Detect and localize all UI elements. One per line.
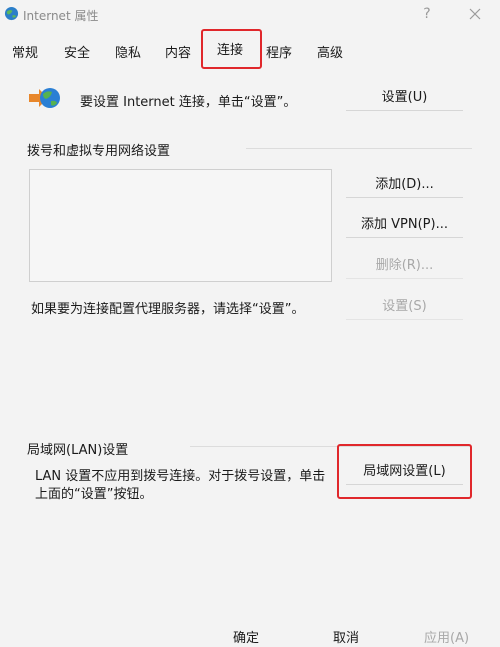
lan-heading: 局域网(LAN)设置 (27, 443, 129, 458)
dialup-settings-button[interactable]: 设置(S) (346, 295, 463, 320)
internet-properties-dialog: Internet 属性 ? 常规 安全 隐私 内容 连接 程序 高级 要设置 I… (0, 0, 500, 647)
dialup-divider (246, 148, 472, 149)
connection-wizard-icon (29, 88, 60, 108)
dialup-connection-list[interactable] (29, 169, 332, 282)
tab-security[interactable]: 安全 (64, 42, 90, 61)
tab-general[interactable]: 常规 (12, 42, 38, 61)
setup-instruction-text: 要设置 Internet 连接，单击“设置”。 (80, 95, 297, 110)
tab-privacy[interactable]: 隐私 (115, 42, 141, 61)
ok-button[interactable]: 确定 (233, 627, 259, 646)
tab-highlight-box (201, 29, 262, 69)
internet-globe-icon (4, 6, 19, 21)
close-button[interactable] (463, 3, 487, 25)
lan-description-line2: 上面的“设置”按钮。 (35, 487, 153, 502)
setup-button[interactable]: 设置(U) (346, 86, 463, 111)
tab-programs[interactable]: 程序 (266, 42, 292, 61)
lan-settings-highlight-box (337, 444, 472, 499)
add-dialup-button[interactable]: 添加(D)... (346, 173, 463, 198)
window-title: Internet 属性 (23, 9, 99, 23)
title-bar: Internet 属性 ? (0, 0, 500, 30)
dialup-heading: 拨号和虚拟专用网络设置 (27, 144, 171, 159)
help-button[interactable]: ? (416, 3, 438, 25)
apply-button[interactable]: 应用(A) (424, 627, 469, 646)
proxy-instruction-text: 如果要为连接配置代理服务器，请选择“设置”。 (31, 302, 305, 317)
tab-content[interactable]: 内容 (165, 42, 191, 61)
close-icon (469, 8, 481, 20)
remove-button[interactable]: 删除(R)... (346, 254, 463, 279)
tab-advanced[interactable]: 高级 (317, 42, 343, 61)
lan-description-line1: LAN 设置不应用到拨号连接。对于拨号设置，单击 (35, 469, 326, 484)
add-vpn-button[interactable]: 添加 VPN(P)... (346, 213, 463, 238)
cancel-button[interactable]: 取消 (333, 627, 359, 646)
